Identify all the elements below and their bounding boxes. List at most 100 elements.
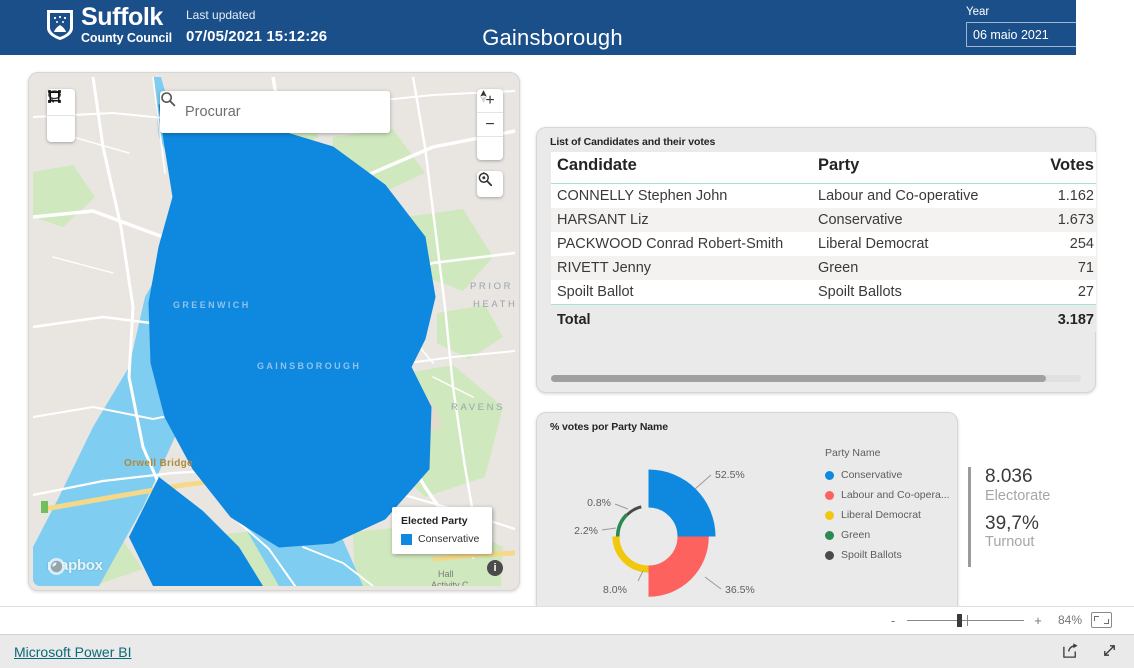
map-select-tools — [47, 89, 75, 142]
table-row[interactable]: HARSANT Liz Conservative 1.673 Elected — [551, 208, 1096, 232]
pie-legend: Party Name Conservative Labour and Co-op… — [825, 447, 950, 569]
pie-chart-plot[interactable]: 52.5% 36.5% 8.0% 2.2% 0.8% — [545, 433, 823, 633]
legend-item-green[interactable]: Green — [825, 529, 950, 541]
map-search-box[interactable] — [160, 91, 390, 133]
pie-label-libdem: 8.0% — [603, 584, 627, 596]
page-title: Gainsborough — [482, 25, 623, 50]
table-total-row: Total 3.187 — [551, 304, 1096, 332]
zoom-control-group: - + 84% — [888, 612, 1112, 628]
column-header-party[interactable]: Party — [812, 152, 1025, 184]
status-bar: - + 84% — [0, 606, 1134, 635]
kpi-turnout-value: 39,7% — [985, 512, 1039, 534]
legend-label: Green — [841, 529, 871, 541]
powerbi-report: Suffolk County Council Last updated 07/0… — [0, 0, 1134, 668]
column-header-candidate[interactable]: Candidate — [551, 152, 812, 184]
total-party-blank — [812, 304, 1025, 332]
legend-swatch-conservative — [401, 533, 412, 545]
map-legend-item: Conservative — [401, 533, 483, 545]
cell-party: Conservative — [812, 208, 1025, 232]
legend-item-labour[interactable]: Labour and Co-opera... — [825, 489, 950, 501]
table-row[interactable]: Spoilt Ballot Spoilt Ballots 27 — [551, 280, 1096, 305]
legend-item-spoilt[interactable]: Spoilt Ballots — [825, 549, 950, 561]
map-surface[interactable]: GREENWICH GAINSBOROUGH PRIOR HEATH RAVEN… — [33, 77, 515, 586]
legend-dot-conservative — [825, 470, 834, 480]
pie-chart-title: % votes por Party Name — [550, 421, 669, 433]
cell-votes: 27 — [1025, 280, 1096, 305]
pie-label-labour: 36.5% — [725, 584, 755, 596]
map-search-input[interactable] — [183, 103, 378, 121]
map-visual[interactable]: GREENWICH GAINSBOROUGH PRIOR HEATH RAVEN… — [28, 72, 520, 591]
map-info-icon[interactable]: i — [487, 560, 503, 576]
kpi-multirow-card: 8.036 Electorate 39,7% Turnout — [968, 466, 1051, 567]
zoom-slider-tick — [967, 614, 968, 626]
fit-to-page-icon[interactable] — [1091, 612, 1112, 628]
report-canvas: GREENWICH GAINSBOROUGH PRIOR HEATH RAVEN… — [0, 55, 1134, 643]
cell-votes: 71 — [1025, 256, 1096, 280]
pie-label-spoilt: 0.8% — [587, 497, 611, 509]
total-votes: 3.187 — [1025, 304, 1096, 332]
cell-candidate: RIVETT Jenny — [551, 256, 812, 280]
mapbox-attribution[interactable]: mapbox — [47, 557, 103, 576]
pie-label-conservative: 52.5% — [715, 469, 745, 481]
cell-candidate: Spoilt Ballot — [551, 280, 812, 305]
column-header-votes[interactable]: Votes — [1025, 152, 1096, 184]
zoom-percent-label: 84% — [1057, 613, 1082, 627]
table-row[interactable]: CONNELLY Stephen John Labour and Co-oper… — [551, 183, 1096, 208]
share-icon[interactable] — [1062, 642, 1079, 659]
cell-candidate: HARSANT Liz — [551, 208, 812, 232]
cell-votes: 254 — [1025, 232, 1096, 256]
table-row[interactable]: RIVETT Jenny Green 71 — [551, 256, 1096, 280]
cell-votes: 1.162 — [1025, 183, 1096, 208]
zoom-slider-thumb[interactable] — [957, 613, 962, 627]
cell-party: Liberal Democrat — [812, 232, 1025, 256]
fullscreen-arrow-icon[interactable] — [1101, 642, 1118, 659]
legend-label: Conservative — [841, 469, 903, 481]
map-zoom-out-button[interactable]: − — [477, 113, 503, 137]
cell-candidate: PACKWOOD Conrad Robert-Smith — [551, 232, 812, 256]
pie-legend-title: Party Name — [825, 447, 881, 459]
kpi-electorate-value: 8.036 — [985, 466, 1033, 487]
compass-needle-icon[interactable] — [477, 90, 503, 160]
legend-label: Labour and Co-opera... — [841, 489, 950, 501]
pie-label-green: 2.2% — [574, 525, 598, 537]
legend-dot-green — [825, 530, 834, 540]
zoom-out-button[interactable]: - — [888, 613, 898, 628]
map-legend-item-label: Conservative — [418, 533, 480, 545]
horizontal-scrollbar[interactable] — [551, 375, 1081, 382]
legend-item-conservative[interactable]: Conservative — [825, 469, 950, 481]
cell-candidate: CONNELLY Stephen John — [551, 183, 812, 208]
candidates-table-visual: List of Candidates and their votes Candi… — [536, 127, 1096, 393]
zoom-slider[interactable] — [907, 613, 1024, 627]
map-legend: Elected Party Conservative — [392, 507, 492, 554]
table-row[interactable]: PACKWOOD Conrad Robert-Smith Liberal Dem… — [551, 232, 1096, 256]
microsoft-power-bi-link[interactable]: Microsoft Power BI — [14, 644, 131, 660]
kpi-turnout-label: Turnout — [985, 534, 1035, 551]
cell-party: Labour and Co-operative — [812, 183, 1025, 208]
legend-dot-libdem — [825, 510, 834, 520]
candidates-table-title: List of Candidates and their votes — [550, 136, 716, 148]
table-header-row: Candidate Party Votes Outcome — [551, 152, 1096, 184]
zoom-in-button[interactable]: + — [1033, 613, 1043, 628]
kpi-electorate-label: Electorate — [985, 487, 1051, 504]
candidates-table-scroll-area[interactable]: Candidate Party Votes Outcome CONNELLY S… — [551, 152, 1096, 365]
cell-party: Green — [812, 256, 1025, 280]
footer-icon-group — [1062, 642, 1118, 659]
report-header: Suffolk County Council Last updated 07/0… — [0, 0, 1105, 55]
legend-dot-labour — [825, 490, 834, 500]
legend-item-libdem[interactable]: Liberal Democrat — [825, 509, 950, 521]
map-legend-title: Elected Party — [401, 515, 468, 527]
cell-party: Spoilt Ballots — [812, 280, 1025, 305]
pie-donut-hole — [619, 507, 678, 566]
cell-votes: 1.673 — [1025, 208, 1096, 232]
last-updated-label: Last updated — [186, 8, 256, 22]
magnifier-locate-icon[interactable] — [477, 171, 503, 197]
scrollbar-thumb[interactable] — [551, 375, 1046, 382]
box-select-icon[interactable] — [47, 90, 75, 142]
header-right-filler — [1076, 0, 1105, 55]
legend-label: Liberal Democrat — [841, 509, 921, 521]
candidates-table: Candidate Party Votes Outcome CONNELLY S… — [551, 152, 1096, 332]
legend-label: Spoilt Ballots — [841, 549, 902, 561]
report-footer: Microsoft Power BI — [0, 634, 1134, 668]
map-zoom-controls: + − — [477, 89, 503, 160]
year-selected-value: 06 maio 2021 — [973, 27, 1049, 42]
